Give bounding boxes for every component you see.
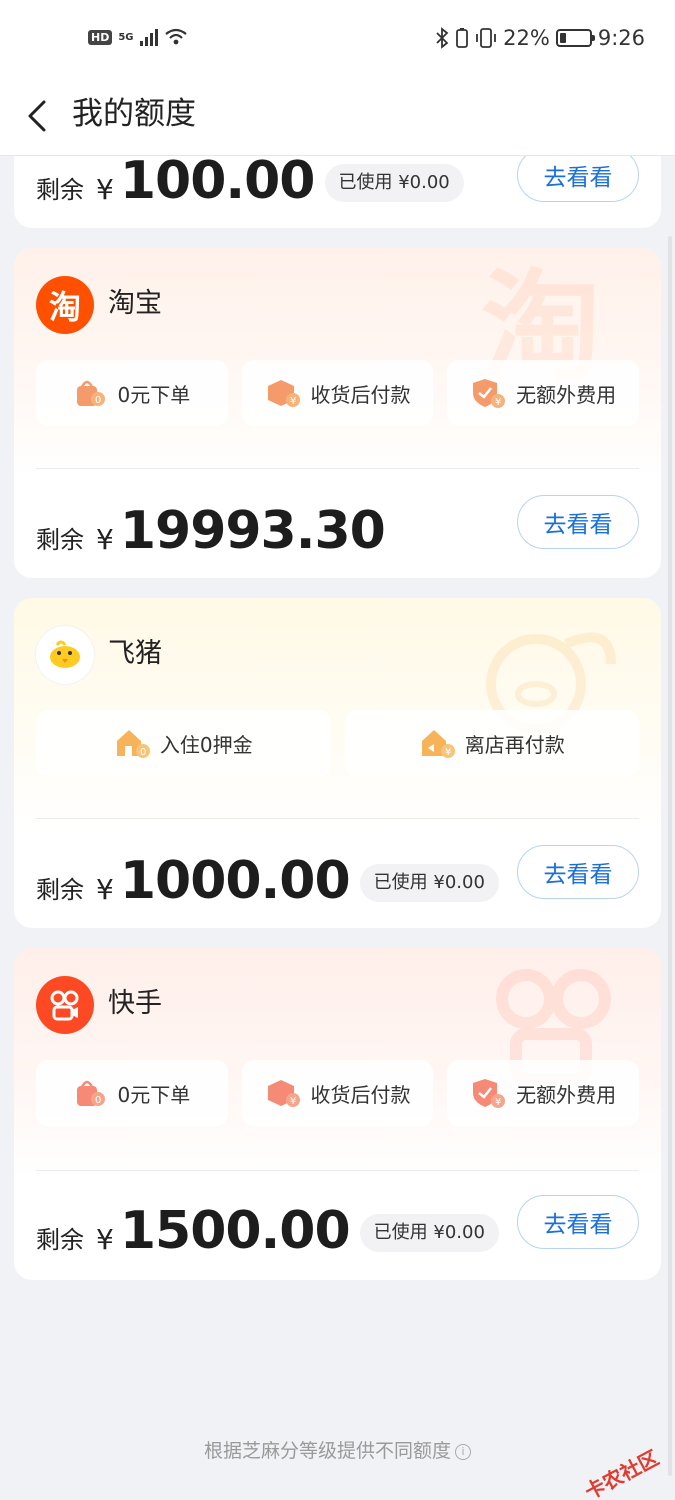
credit-card-partial: 剩余 ¥ 100.00 已使用 ¥0.00 去看看	[14, 156, 661, 228]
battery-percent: 22%	[503, 26, 550, 50]
wifi-icon	[164, 28, 187, 45]
kuaishou-camera-icon	[50, 990, 79, 1021]
battery-icon	[555, 29, 595, 47]
go-view-button[interactable]: 去看看	[517, 156, 639, 202]
shield-check-icon: ¥	[473, 379, 506, 408]
feature-zero-order: 0 0元下单	[36, 360, 228, 426]
credit-list: 剩余 ¥ 100.00 已使用 ¥0.00 去看看 淘 淘 淘宝 0 0元下单 …	[0, 156, 675, 1500]
feature-list: 0 入住0押金 ¥ 离店再付款	[36, 710, 639, 776]
remain-row: 剩余 ¥ 1000.00 已使用 ¥0.00	[36, 852, 499, 910]
hd-badge: HD	[88, 29, 113, 45]
vibrate-icon	[476, 28, 497, 48]
brand-name: 淘宝	[108, 288, 162, 319]
go-view-button[interactable]: 去看看	[517, 1195, 639, 1249]
house-return-icon: ¥	[421, 730, 455, 758]
feature-label: 收货后付款	[310, 1082, 411, 1107]
svg-text:¥: ¥	[445, 747, 451, 758]
feature-pay-on-checkout: ¥ 离店再付款	[344, 710, 639, 776]
svg-text:0: 0	[140, 747, 146, 758]
feature-no-extra-fee: ¥ 无额外费用	[447, 1060, 640, 1126]
status-left: HD 5G	[88, 28, 188, 46]
battery-level	[559, 33, 566, 43]
remain-label: 剩余	[36, 176, 84, 204]
feature-no-extra-fee: ¥ 无额外费用	[447, 360, 640, 426]
kuaishou-logo-icon	[36, 976, 94, 1034]
feature-label: 无额外费用	[516, 382, 617, 407]
remaining-amount: 1000.00	[119, 851, 351, 911]
remain-label: 剩余	[36, 876, 84, 904]
footer-note-text: 根据芝麻分等级提供不同额度	[203, 1440, 451, 1462]
divider	[36, 818, 639, 819]
credit-card-taobao: 淘 淘 淘宝 0 0元下单 ¥ 收货后付款 ¥ 无额外费用 剩余 ¥ 19993…	[14, 248, 661, 578]
divider	[36, 1170, 639, 1171]
svg-text:0: 0	[95, 395, 101, 406]
chevron-left-icon[interactable]	[24, 96, 54, 136]
currency-symbol: ¥	[96, 523, 114, 556]
network-type: 5G	[118, 31, 134, 43]
fliggy-logo-icon	[36, 626, 94, 684]
divider	[36, 468, 639, 469]
battery-saver-icon	[456, 28, 469, 48]
taobao-logo-icon: 淘	[36, 276, 94, 334]
used-badge: 已使用 ¥0.00	[359, 864, 499, 902]
taobao-logo-char: 淘	[48, 288, 81, 326]
footer-note: 根据芝麻分等级提供不同额度 i	[0, 1436, 675, 1463]
package-icon: ¥	[267, 380, 300, 407]
credit-card-fliggy: 飞猪 0 入住0押金 ¥ 离店再付款 剩余 ¥ 1000.00 已使用 ¥0.0…	[14, 598, 661, 928]
used-badge: 已使用 ¥0.00	[359, 1214, 499, 1252]
feature-label: 入住0押金	[159, 732, 253, 757]
remain-row: 剩余 ¥ 19993.30	[36, 501, 386, 561]
page-title: 我的额度	[72, 96, 196, 132]
feature-label: 收货后付款	[310, 382, 411, 407]
feature-zero-order: 0 0元下单	[36, 1060, 228, 1126]
feature-pay-after: ¥ 收货后付款	[241, 1060, 434, 1126]
svg-text:¥: ¥	[290, 396, 296, 407]
status-bar: HD 5G 22% 9:26	[0, 0, 675, 80]
signal-icon	[139, 28, 158, 46]
svg-text:¥: ¥	[495, 1097, 501, 1108]
feature-list: 0 0元下单 ¥ 收货后付款 ¥ 无额外费用	[36, 360, 640, 426]
info-icon[interactable]: i	[455, 1443, 471, 1460]
scrollbar[interactable]	[668, 236, 672, 1476]
currency-symbol: ¥	[96, 1223, 114, 1256]
feature-label: 离店再付款	[464, 732, 565, 757]
shield-check-icon: ¥	[473, 1079, 506, 1108]
feature-pay-after: ¥ 收货后付款	[241, 360, 434, 426]
svg-text:¥: ¥	[290, 1096, 296, 1107]
feature-zero-deposit: 0 入住0押金	[36, 710, 331, 776]
go-view-button[interactable]: 去看看	[517, 845, 639, 899]
clock: 9:26	[597, 26, 645, 50]
go-view-button[interactable]: 去看看	[517, 495, 639, 549]
remain-row: 剩余 ¥ 100.00 已使用 ¥0.00	[36, 156, 464, 210]
feature-list: 0 0元下单 ¥ 收货后付款 ¥ 无额外费用	[36, 1060, 640, 1126]
used-badge: 已使用 ¥0.00	[324, 164, 464, 202]
credit-card-kuaishou: 快手 0 0元下单 ¥ 收货后付款 ¥ 无额外费用 剩余 ¥ 1500.00 已…	[14, 948, 661, 1280]
bluetooth-icon	[436, 27, 449, 49]
currency-symbol: ¥	[96, 173, 114, 206]
house-icon: 0	[116, 730, 150, 758]
package-icon: ¥	[267, 1080, 300, 1107]
brand-name: 快手	[108, 988, 162, 1019]
remain-row: 剩余 ¥ 1500.00 已使用 ¥0.00	[36, 1202, 499, 1260]
remain-label: 剩余	[36, 526, 84, 554]
remaining-amount: 100.00	[119, 156, 316, 211]
currency-symbol: ¥	[96, 873, 114, 906]
feature-label: 0元下单	[117, 382, 191, 407]
remaining-amount: 1500.00	[119, 1201, 351, 1261]
svg-text:¥: ¥	[495, 397, 501, 408]
status-right: 22% 9:26	[435, 26, 645, 50]
feature-label: 0元下单	[117, 1082, 191, 1107]
brand-name: 飞猪	[108, 638, 162, 669]
app-header: 我的额度	[0, 80, 675, 156]
remain-label: 剩余	[36, 1226, 84, 1254]
remaining-amount: 19993.30	[119, 501, 386, 561]
chick-icon	[50, 640, 80, 668]
feature-label: 无额外费用	[516, 1082, 617, 1107]
svg-text:0: 0	[95, 1095, 101, 1106]
shopping-bag-icon: 0	[77, 380, 106, 406]
shopping-bag-icon: 0	[77, 1080, 106, 1106]
